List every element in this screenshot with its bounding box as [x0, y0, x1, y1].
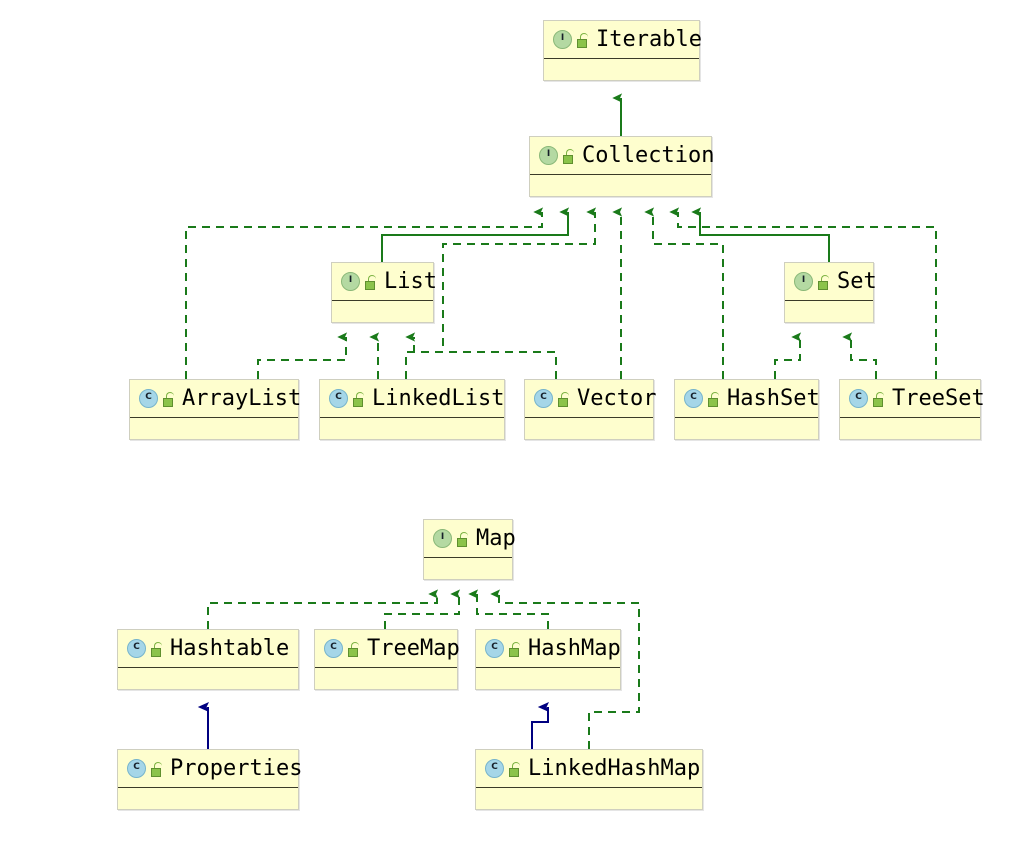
public-lock-icon — [163, 391, 175, 407]
uml-node-name: LinkedList — [372, 385, 505, 411]
public-lock-icon — [509, 761, 521, 777]
uml-node-header: C LinkedList — [320, 380, 504, 418]
uml-node-name: List — [384, 268, 437, 294]
public-lock-icon — [558, 391, 570, 407]
interface-icon: I — [433, 529, 452, 548]
interface-icon: I — [794, 272, 813, 291]
uml-node-properties[interactable]: C Properties — [117, 749, 302, 810]
class-icon: C — [127, 639, 146, 658]
public-lock-icon — [151, 641, 163, 657]
uml-node-name: HashMap — [528, 635, 621, 661]
uml-node-header: I Iterable — [544, 21, 702, 59]
public-lock-icon — [577, 32, 589, 48]
uml-node-header: I Map — [424, 520, 516, 558]
uml-node-members — [544, 59, 699, 81]
uml-node-treeset[interactable]: C TreeSet — [839, 379, 985, 440]
public-lock-icon — [353, 391, 365, 407]
uml-node-members — [675, 418, 818, 440]
uml-node-members — [118, 788, 298, 810]
public-lock-icon — [348, 641, 360, 657]
uml-node-name: Collection — [582, 142, 715, 168]
uml-node-hashmap[interactable]: C HashMap — [475, 629, 621, 690]
uml-node-linkedhashmap[interactable]: C LinkedHashMap — [475, 749, 703, 810]
public-lock-icon — [818, 274, 830, 290]
public-lock-icon — [151, 761, 163, 777]
uml-class-diagram: I Iterable I Collection I List I Set C A… — [0, 0, 1036, 847]
uml-node-header: C Properties — [118, 750, 302, 788]
uml-node-iterable[interactable]: I Iterable — [543, 20, 702, 81]
interface-icon: I — [539, 146, 558, 165]
uml-node-name: TreeMap — [367, 635, 460, 661]
uml-node-list[interactable]: I List — [331, 262, 437, 323]
uml-node-hashtable[interactable]: C Hashtable — [117, 629, 299, 690]
uml-node-members — [130, 418, 298, 440]
class-icon: C — [684, 389, 703, 408]
uml-node-name: Vector — [577, 385, 657, 411]
uml-node-name: Iterable — [596, 26, 702, 52]
uml-node-name: Hashtable — [170, 635, 290, 661]
uml-node-header: I Collection — [530, 137, 715, 175]
public-lock-icon — [509, 641, 521, 657]
uml-node-name: Map — [476, 525, 516, 551]
uml-node-members — [315, 668, 457, 690]
uml-node-header: C HashSet — [675, 380, 820, 418]
uml-node-treemap[interactable]: C TreeMap — [314, 629, 460, 690]
uml-node-header: C ArrayList — [130, 380, 302, 418]
uml-node-header: C Vector — [525, 380, 657, 418]
uml-node-members — [320, 418, 504, 440]
uml-node-members — [476, 668, 620, 690]
uml-node-members — [840, 418, 980, 440]
node-layer: I Iterable I Collection I List I Set C A… — [0, 0, 1036, 847]
uml-node-members — [424, 558, 512, 580]
class-icon: C — [324, 639, 343, 658]
uml-node-name: Set — [837, 268, 877, 294]
class-icon: C — [485, 759, 504, 778]
uml-node-members — [530, 175, 711, 197]
class-icon: C — [534, 389, 553, 408]
uml-node-vector[interactable]: C Vector — [524, 379, 657, 440]
uml-node-members — [332, 301, 433, 323]
uml-node-name: ArrayList — [182, 385, 302, 411]
uml-node-collection[interactable]: I Collection — [529, 136, 715, 197]
uml-node-arraylist[interactable]: C ArrayList — [129, 379, 302, 440]
public-lock-icon — [457, 531, 469, 547]
uml-node-members — [525, 418, 653, 440]
uml-node-members — [118, 668, 298, 690]
uml-node-name: Properties — [170, 755, 303, 781]
uml-node-header: C Hashtable — [118, 630, 298, 668]
uml-node-name: HashSet — [727, 385, 820, 411]
public-lock-icon — [365, 274, 377, 290]
class-icon: C — [329, 389, 348, 408]
uml-node-map[interactable]: I Map — [423, 519, 516, 580]
uml-node-header: C HashMap — [476, 630, 621, 668]
uml-node-set[interactable]: I Set — [784, 262, 877, 323]
class-icon: C — [127, 759, 146, 778]
interface-icon: I — [553, 30, 572, 49]
public-lock-icon — [873, 391, 885, 407]
class-icon: C — [849, 389, 868, 408]
uml-node-header: C TreeMap — [315, 630, 460, 668]
uml-node-members — [785, 301, 873, 323]
uml-node-hashset[interactable]: C HashSet — [674, 379, 820, 440]
interface-icon: I — [341, 272, 360, 291]
uml-node-name: LinkedHashMap — [528, 755, 701, 781]
uml-node-header: C TreeSet — [840, 380, 985, 418]
uml-node-header: I List — [332, 263, 437, 301]
uml-node-header: I Set — [785, 263, 877, 301]
uml-node-header: C LinkedHashMap — [476, 750, 702, 788]
class-icon: C — [139, 389, 158, 408]
class-icon: C — [485, 639, 504, 658]
uml-node-name: TreeSet — [892, 385, 985, 411]
public-lock-icon — [563, 148, 575, 164]
uml-node-linkedlist[interactable]: C LinkedList — [319, 379, 505, 440]
uml-node-members — [476, 788, 702, 810]
public-lock-icon — [708, 391, 720, 407]
